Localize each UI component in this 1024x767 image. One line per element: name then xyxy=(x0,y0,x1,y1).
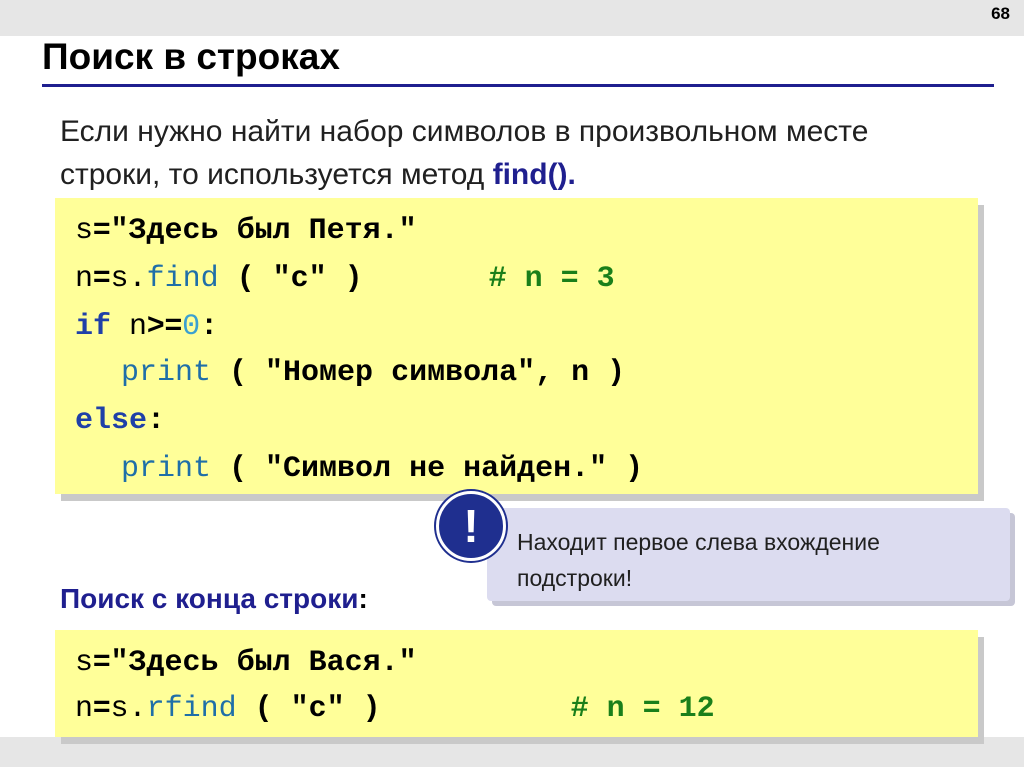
code-line-1: s="Здесь был Петя." xyxy=(75,212,417,248)
code-token-op: >= xyxy=(147,308,183,341)
code-token-var: n xyxy=(75,262,94,296)
code-token-var: s xyxy=(75,214,94,248)
slide-title: Поиск в строках xyxy=(42,36,340,77)
code-token-method: find xyxy=(146,262,219,296)
code-token-args: , n ) xyxy=(535,356,626,390)
code-line-3: if n>=0: xyxy=(75,308,219,344)
intro-text: Если нужно найти набор символов в произв… xyxy=(60,115,869,191)
code-token-string: "Здесь был Петя." xyxy=(110,214,417,248)
code-block-find: s="Здесь был Петя." n=s.find( "с" ) # n =… xyxy=(55,198,978,494)
code-token-print: print xyxy=(121,452,212,486)
title-underline xyxy=(42,84,994,87)
code-token-op: = xyxy=(93,690,111,723)
code-token-var: n xyxy=(75,692,94,726)
code-keyword-else: else xyxy=(75,404,148,438)
code-token-var: s xyxy=(75,646,94,680)
code-token-op: = xyxy=(93,212,111,245)
code-line-2: n=s.find ( "с" ) # n = 3 xyxy=(75,260,615,296)
subheading-rfind: Поиск с конца строки: xyxy=(60,583,368,615)
code-comment: # n = 12 xyxy=(570,692,715,726)
code-keyword-if: if xyxy=(75,310,112,344)
code-line-5: else: xyxy=(75,406,165,436)
code-line-2: n=s.rfind ( "с" ) # n = 12 xyxy=(75,690,715,726)
code-token-number: 0 xyxy=(182,310,201,344)
code-token-paren: ( xyxy=(229,452,266,486)
method-name: find(). xyxy=(492,158,576,191)
slide-number: 68 xyxy=(991,4,1010,23)
code-token-var: n xyxy=(129,310,148,344)
code-token-args: ( "с" ) xyxy=(254,692,381,726)
subheading-text: Поиск с конца строки xyxy=(60,583,359,614)
code-token-print: print xyxy=(121,356,212,390)
code-token-string: "Символ не найден." xyxy=(265,452,608,486)
bottom-band xyxy=(0,737,1024,767)
code-token-object: s. xyxy=(110,262,147,296)
note-callout: Находит первое слева вхождение подстроки… xyxy=(487,508,1010,601)
code-token-colon: : xyxy=(200,310,219,344)
exclamation-icon: ! xyxy=(436,491,506,561)
code-line-1: s="Здесь был Вася." xyxy=(75,644,417,680)
code-token-op: = xyxy=(93,644,111,677)
note-text: Находит первое слева вхождение подстроки… xyxy=(517,529,880,591)
code-block-rfind: s="Здесь был Вася." n=s.rfind( "с" ) # n … xyxy=(55,630,978,737)
code-token-args: ) xyxy=(607,452,644,486)
code-token-method: rfind xyxy=(146,692,237,726)
code-line-4: print ( "Номер символа", n ) xyxy=(121,358,625,388)
code-token-string: "Номер символа" xyxy=(265,356,536,390)
intro-paragraph: Если нужно найти набор символов в произв… xyxy=(60,110,960,196)
code-comment: # n = 3 xyxy=(488,262,615,296)
code-token-colon: : xyxy=(147,404,166,438)
subheading-colon: : xyxy=(358,583,368,614)
code-token-op: = xyxy=(93,260,111,293)
code-token-args: ( "с" ) xyxy=(236,262,363,296)
code-token-string: "Здесь был Вася." xyxy=(110,646,417,680)
code-line-6: print ( "Символ не найден." ) xyxy=(121,454,643,484)
code-token-object: s. xyxy=(110,692,147,726)
top-band xyxy=(0,0,1024,36)
code-token-paren: ( xyxy=(229,356,266,390)
